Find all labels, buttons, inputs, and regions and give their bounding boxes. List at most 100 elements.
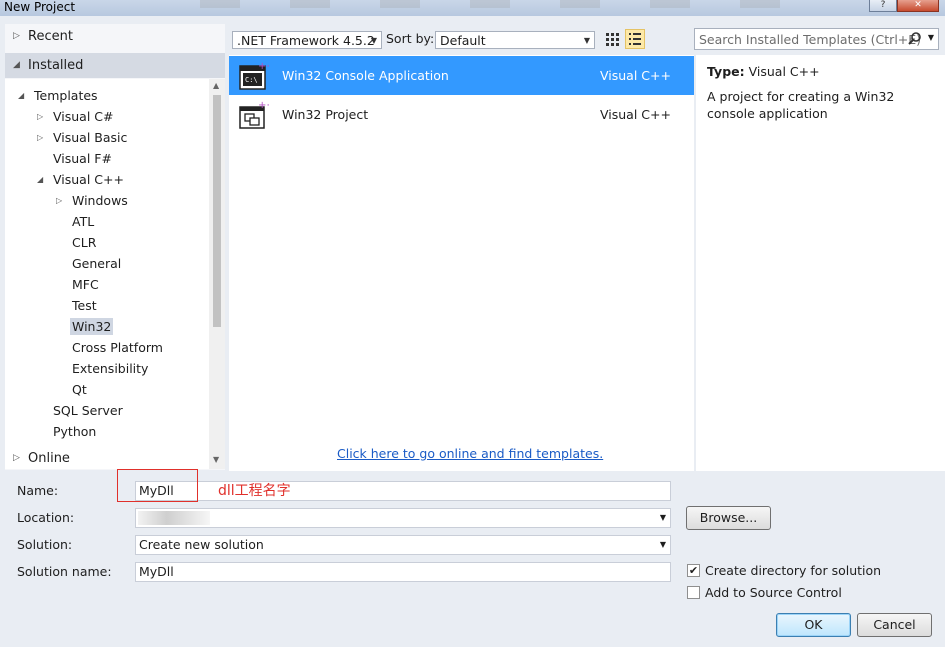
expand-arrow-icon: ▷ [13, 453, 20, 463]
tree-scrollbar[interactable]: ▲ ▼ [209, 79, 225, 469]
tree-item[interactable]: ▷ Visual C# [37, 106, 116, 127]
nav-online[interactable]: ▷ Online [5, 446, 225, 471]
chevron-down-icon[interactable]: ▼ [928, 33, 934, 42]
sort-dropdown[interactable]: Default ▼ [435, 31, 595, 49]
template-language: Visual C++ [600, 107, 671, 122]
svg-text:C:\: C:\ [245, 76, 258, 84]
template-description: A project for creating a Win32 console a… [707, 89, 895, 121]
blurred-background [200, 0, 800, 8]
chevron-down-icon: ▼ [659, 540, 666, 549]
solution-label: Solution: [17, 537, 73, 552]
list-view-icon [629, 33, 641, 45]
chevron-down-icon: ▼ [583, 36, 590, 45]
online-templates-link[interactable]: Click here to go online and find templat… [337, 446, 603, 461]
template-language: Visual C++ [600, 68, 671, 83]
expand-arrow-icon: ▷ [13, 31, 20, 41]
tree-item-label: MFC [72, 277, 99, 292]
tree-item[interactable]: CLR [70, 232, 98, 253]
tree-item-label: Win32 [70, 318, 114, 335]
type-label: Type: [707, 64, 745, 79]
type-value: Visual C++ [748, 64, 820, 79]
tree-item-label: Windows [72, 193, 128, 208]
win32-project-icon: ++ [239, 100, 269, 129]
collapse-arrow-icon[interactable]: ◢ [37, 169, 43, 190]
nav-installed[interactable]: ◢ Installed [5, 53, 225, 78]
blurred-location-path [138, 511, 210, 525]
create-directory-checkbox[interactable]: ✔ [687, 564, 700, 577]
tree-item[interactable]: ◢ Visual C++ [37, 169, 126, 190]
tree-item[interactable]: SQL Server [51, 400, 125, 421]
tree-item-label: Extensibility [72, 361, 149, 376]
scroll-thumb[interactable] [213, 95, 221, 327]
tree-item-label: Visual Basic [53, 130, 128, 145]
collapse-arrow-icon[interactable]: ◢ [18, 85, 24, 106]
template-tree: ◢ Templates ▷ Visual C# ▷ Visual Basic Visual … [5, 79, 225, 469]
tree-item-label: Visual C# [53, 109, 114, 124]
template-name: Win32 Project [282, 107, 369, 122]
tree-item-label: Test [72, 298, 97, 313]
tree-item-label: Python [53, 424, 97, 439]
tree-item[interactable]: Cross Platform [70, 337, 165, 358]
tree-item[interactable]: Extensibility [70, 358, 150, 379]
scroll-up-icon[interactable]: ▲ [213, 81, 219, 90]
tree-item[interactable]: Qt [70, 379, 89, 400]
tree-item[interactable]: General [70, 253, 123, 274]
template-type: Type: Visual C++ [707, 64, 820, 79]
ok-button[interactable]: OK [776, 613, 851, 637]
tree-item[interactable]: MFC [70, 274, 101, 295]
template-item-console-app[interactable]: C:\ ++ Win32 Console Application Visual … [229, 56, 694, 95]
cancel-button[interactable]: Cancel [857, 613, 932, 637]
browse-button[interactable]: Browse... [686, 506, 771, 530]
svg-text:++: ++ [258, 100, 269, 111]
tree-item[interactable]: ATL [70, 211, 96, 232]
name-label: Name: [17, 483, 59, 498]
tree-item[interactable]: Visual F# [51, 148, 114, 169]
template-list: C:\ ++ Win32 Console Application Visual … [229, 55, 694, 471]
close-button[interactable]: ✕ [897, 0, 939, 12]
grid-view-button[interactable] [602, 29, 622, 49]
list-view-button[interactable] [625, 29, 645, 49]
window-controls: ? ✕ [869, 0, 939, 12]
search-input[interactable]: Search Installed Templates (Ctrl+E) ▼ [694, 28, 939, 50]
tree-item-label: Cross Platform [72, 340, 163, 355]
tree-item-label: Templates [34, 88, 98, 103]
location-input[interactable]: ▼ [135, 508, 671, 528]
tree-item-label: Visual C++ [53, 172, 124, 187]
title-bar: New Project ? ✕ [0, 0, 945, 16]
svg-text:++: ++ [258, 61, 269, 72]
solution-name-label: Solution name: [17, 564, 112, 579]
collapse-arrow-icon: ◢ [13, 60, 20, 70]
framework-dropdown[interactable]: .NET Framework 4.5.2 ▼ [232, 31, 382, 49]
chevron-down-icon: ▼ [370, 36, 377, 45]
template-name: Win32 Console Application [282, 68, 449, 83]
name-input[interactable]: MyDll [135, 481, 671, 501]
expand-arrow-icon[interactable]: ▷ [37, 127, 43, 148]
source-control-label: Add to Source Control [705, 585, 842, 600]
tree-item[interactable]: Win32 [70, 316, 114, 337]
solution-name-input[interactable]: MyDll [135, 562, 671, 582]
tree-item-label: General [72, 256, 122, 271]
annotation-text: dll工程名字 [218, 483, 291, 499]
solution-dropdown[interactable]: Create new solution ▼ [135, 535, 671, 555]
annotation-highlight-box [117, 469, 198, 502]
location-label: Location: [17, 510, 75, 525]
nav-recent[interactable]: ▷ Recent [5, 24, 225, 49]
grid-view-icon [606, 33, 619, 46]
help-button[interactable]: ? [869, 0, 897, 12]
sort-by-label: Sort by: [386, 31, 435, 46]
tree-item[interactable]: ▷ Windows [56, 190, 130, 211]
source-control-checkbox[interactable] [687, 586, 700, 599]
tree-item-label: CLR [72, 235, 97, 250]
expand-arrow-icon[interactable]: ▷ [56, 190, 62, 211]
create-directory-label: Create directory for solution [705, 563, 882, 578]
tree-item[interactable]: ▷ Visual Basic [37, 127, 129, 148]
tree-item-label: Visual F# [53, 151, 112, 166]
chevron-down-icon[interactable]: ▼ [660, 509, 666, 527]
template-item-win32-project[interactable]: ++ Win32 Project Visual C++ [229, 95, 694, 134]
expand-arrow-icon[interactable]: ▷ [37, 106, 43, 127]
tree-item-label: SQL Server [53, 403, 123, 418]
search-icon[interactable] [908, 31, 922, 45]
tree-item[interactable]: ◢ Templates [18, 85, 100, 106]
tree-item[interactable]: Python [51, 421, 98, 442]
tree-item[interactable]: Test [70, 295, 99, 316]
